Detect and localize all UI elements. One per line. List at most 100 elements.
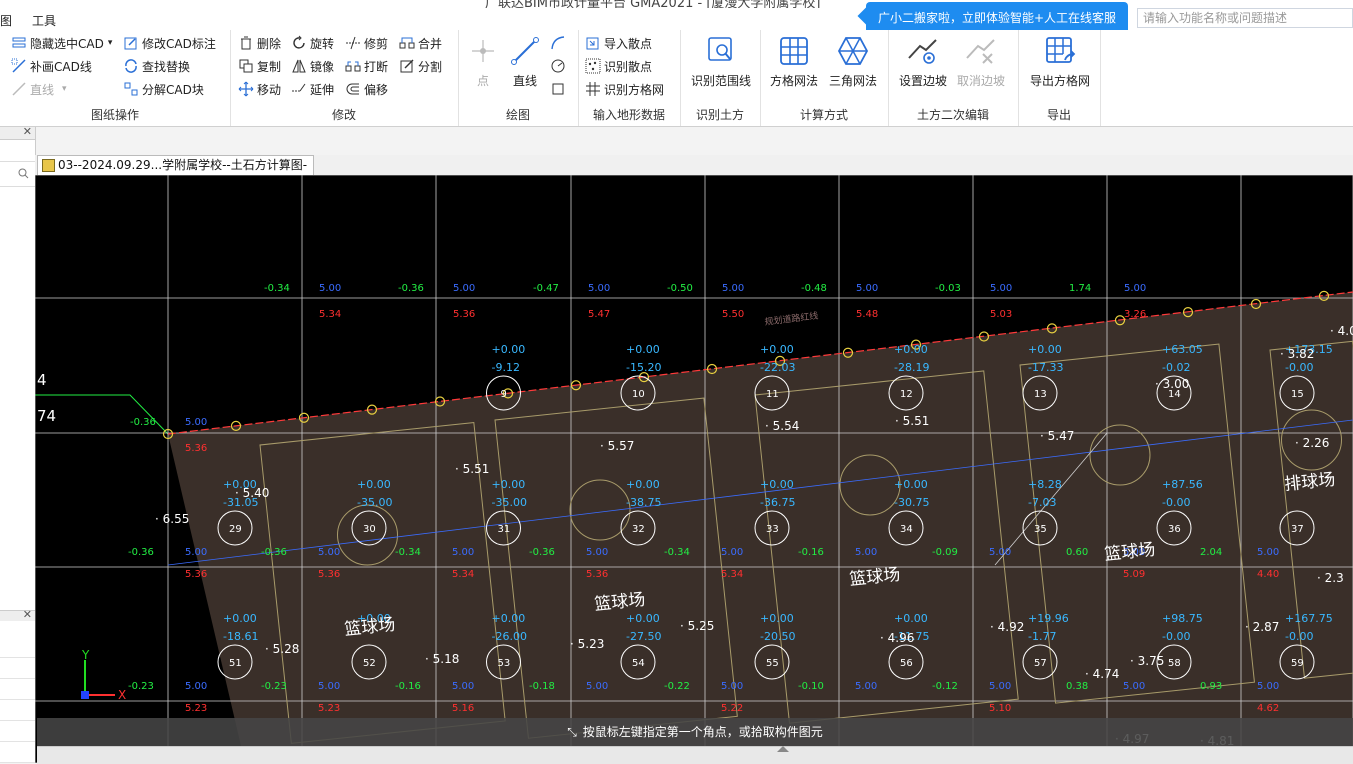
left-panel-section-header: ✕ xyxy=(0,608,35,621)
grid-cell-cut-volume: -26.00 xyxy=(492,630,527,643)
slope-settings-icon xyxy=(908,39,937,64)
grid-icon xyxy=(586,82,600,96)
ucs-y-label: Y xyxy=(81,648,90,662)
explode-cad-block-button[interactable]: 分解CAD块 xyxy=(123,79,204,99)
grid-cell-cut-volume: -0.00 xyxy=(1162,630,1190,643)
grid-method-button[interactable]: 方格网法 xyxy=(761,32,827,94)
grid-cell-fill-volume: +0.00 xyxy=(626,343,660,356)
extend-button[interactable]: 延伸 xyxy=(291,79,334,99)
grid-cell-fill-volume: +0.00 xyxy=(760,478,794,491)
grid-design-elevation: -0.09 xyxy=(932,547,958,558)
spot-elevation: · 4.96 xyxy=(880,631,914,645)
group-label-modify: 修改 xyxy=(331,108,356,122)
merge-label: 合并 xyxy=(418,36,443,51)
merge-icon xyxy=(399,37,415,49)
chevron-down-icon[interactable]: ▾ xyxy=(62,84,67,94)
hide-selected-cad-label: 隐藏选中CAD xyxy=(30,36,104,51)
document-tab[interactable]: 03--2024.09.29...学附属学校--土石方计算图- xyxy=(37,155,315,176)
grid-design-elevation: 0.60 xyxy=(1066,547,1088,558)
grid-cell-number: 37 xyxy=(1291,524,1304,535)
cad-drawing[interactable]: 规划道路红线 -0.34 5.00 5.34 -0.36 5.00 5.36 -0.47 5.0… xyxy=(35,175,1353,763)
close-icon[interactable]: ✕ xyxy=(23,125,32,138)
spot-elevation: · 5.23 xyxy=(570,637,604,651)
grid-cell-cut-volume: -15.20 xyxy=(626,361,661,374)
close-icon[interactable]: ✕ xyxy=(23,608,32,621)
grid-design-elevation: -0.36 xyxy=(261,547,287,558)
function-search-input[interactable] xyxy=(1137,8,1353,28)
grid-existing-elevation: 5.00 xyxy=(185,417,207,428)
grid-cell-fill-volume: +0.00 xyxy=(894,343,928,356)
grid-cell-number: 35 xyxy=(1034,524,1047,535)
import-points-button[interactable]: 导入散点 xyxy=(585,33,652,53)
find-replace-button[interactable]: 查找替换 xyxy=(123,56,190,76)
delete-button[interactable]: 删除 xyxy=(238,33,281,53)
line-type-button[interactable]: 直线 ▾ xyxy=(11,79,67,99)
trim-button[interactable]: 修剪 xyxy=(345,33,388,53)
arc-icon xyxy=(551,36,565,50)
scroll-thumb-icon[interactable] xyxy=(777,740,789,752)
ribbon-toolbar: 隐藏选中CAD ▾ 修改CAD标注 补画CAD线 查找替换 直线 ▾ 分解CAD块 … xyxy=(0,30,1353,127)
grid-design-elevation: -0.36 xyxy=(128,547,154,558)
grid-cell-cut-volume: -30.75 xyxy=(894,496,929,509)
menu-item-tools[interactable]: 工具 xyxy=(32,12,56,29)
export-grid-button[interactable]: 导出方格网 xyxy=(1024,32,1096,94)
cad-canvas[interactable]: 规划道路红线 -0.34 5.00 5.34 -0.36 5.00 5.36 -0.47 5.0… xyxy=(35,175,1353,763)
grid-elevation-diff: 3.26 xyxy=(1124,309,1146,320)
left-panel-search[interactable] xyxy=(0,161,35,187)
move-button[interactable]: 移动 xyxy=(238,79,281,99)
arc-button[interactable] xyxy=(550,33,569,53)
grid-cell-fill-volume: +0.00 xyxy=(760,612,794,625)
horizontal-scrollbar[interactable] xyxy=(37,746,1353,764)
ribbon-group-secondary-edit: 设置边坡 取消边坡 土方二次编辑 xyxy=(888,30,1019,126)
hide-selected-cad-button[interactable]: 隐藏选中CAD ▾ xyxy=(11,33,112,53)
identify-range-line-button[interactable]: 识别范围线 xyxy=(685,32,757,94)
grid-cell-number: 9 xyxy=(501,389,507,400)
draw-line-button[interactable]: 直线 xyxy=(494,32,556,94)
grid-design-elevation: -0.16 xyxy=(395,681,421,692)
grid-cell-number: 30 xyxy=(363,524,376,535)
grid-cell-number: 55 xyxy=(766,658,779,669)
grid-cell-number: 15 xyxy=(1291,389,1304,400)
grid-cell-number: 36 xyxy=(1168,524,1181,535)
cancel-slope-button[interactable]: 取消边坡 xyxy=(948,32,1014,94)
document-tab-bar: 03--2024.09.29...学附属学校--土石方计算图- xyxy=(35,155,1353,176)
grid-design-elevation: -0.23 xyxy=(261,681,287,692)
grid-existing-elevation: 5.00 xyxy=(452,681,474,692)
grid-existing-elevation: 5.00 xyxy=(319,283,341,294)
menu-item-view[interactable]: 图 xyxy=(0,12,12,29)
grid-design-elevation: -0.36 xyxy=(529,547,555,558)
grid-design-elevation: -0.18 xyxy=(529,681,555,692)
grid-cell-number: 51 xyxy=(229,658,242,669)
offset-button[interactable]: 偏移 xyxy=(345,79,388,99)
grid-cell-fill-volume: +0.00 xyxy=(492,478,526,491)
identify-grid-button[interactable]: 识别方格网 xyxy=(585,79,664,99)
draw-cad-line-button[interactable]: 补画CAD线 xyxy=(11,56,92,76)
group-label-terrain: 输入地形数据 xyxy=(592,108,665,122)
grid-elevation-diff: 5.10 xyxy=(989,703,1011,714)
merge-button[interactable]: 合并 xyxy=(399,33,442,53)
mirror-button[interactable]: 镜像 xyxy=(291,56,334,76)
rectangle-button[interactable] xyxy=(550,79,569,99)
triangle-method-button[interactable]: 三角网法 xyxy=(820,32,886,94)
copy-button[interactable]: 复制 xyxy=(238,56,281,76)
split-button[interactable]: 分割 xyxy=(399,56,442,76)
grid-cell-number: 34 xyxy=(900,524,913,535)
edit-label-icon xyxy=(124,37,137,50)
circle-button[interactable] xyxy=(550,56,569,76)
identify-points-button[interactable]: 识别散点 xyxy=(585,56,652,76)
grid-design-elevation: -0.12 xyxy=(932,681,958,692)
spot-elevation: · 5.51 xyxy=(455,462,489,476)
modify-cad-label-button[interactable]: 修改CAD标注 xyxy=(123,33,216,53)
find-replace-label: 查找替换 xyxy=(142,59,191,74)
grid-elevation-diff: 4.62 xyxy=(1257,703,1279,714)
rotate-button[interactable]: 旋转 xyxy=(291,33,334,53)
set-slope-button[interactable]: 设置边坡 xyxy=(890,32,956,94)
chevron-down-icon[interactable]: ▾ xyxy=(108,38,113,48)
group-label-drawing-ops: 图纸操作 xyxy=(90,108,139,122)
ribbon-group-modify: 删除 旋转 修剪 合并 复制 镜像 打断 分割 移动 延伸 偏移 修改 xyxy=(230,30,459,126)
break-icon xyxy=(345,61,361,72)
grid-existing-elevation: 5.00 xyxy=(453,283,475,294)
grid-cell-number: 31 xyxy=(498,524,511,535)
break-button[interactable]: 打断 xyxy=(345,56,388,76)
line-draw-icon xyxy=(511,37,539,65)
